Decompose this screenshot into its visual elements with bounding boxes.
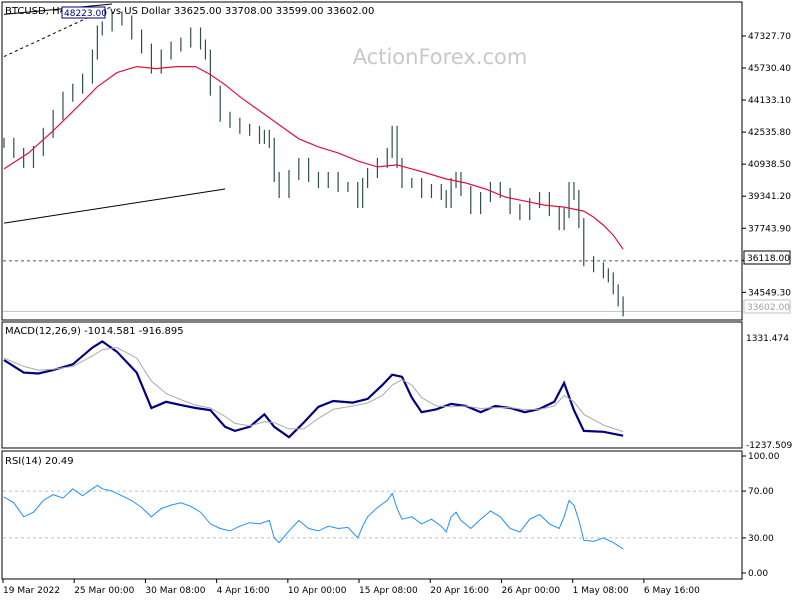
watermark: ActionForex.com [353, 45, 528, 69]
price-box-text: 48223.00 [64, 9, 107, 19]
chart-canvas: ActionForex.com 47327.70 45730.40 44133.10… [1, 1, 792, 596]
price-y-tick-label: 45730.40 [748, 64, 791, 74]
x-tick-label: 26 Apr 00:00 [501, 586, 560, 596]
x-tick-label: 19 Mar 2022 [3, 586, 60, 596]
macd-title: MACD(12,26,9) -1014.581 -916.895 [5, 326, 184, 337]
price-y-tick-label: 42535.80 [748, 128, 791, 138]
rsi-y-tick-label: 0.00 [748, 569, 768, 579]
macd-y-tick-label: -1237.509 [746, 441, 792, 451]
x-tick-label: 15 Apr 08:00 [359, 586, 418, 596]
rsi-y-tick-label: 100.00 [748, 452, 780, 462]
price-y-tick-label: 39341.20 [748, 192, 791, 202]
macd-pane [1, 321, 743, 449]
price-y-tick-label: 40938.50 [748, 160, 791, 170]
rsi-pane [1, 450, 743, 580]
x-tick-label: 4 Apr 16:00 [217, 586, 270, 596]
price-box-label: 48223.00 [61, 6, 107, 19]
level-tag: 36118.00 [743, 250, 791, 265]
price-y-tick-label: 37743.90 [748, 224, 791, 234]
x-tick-label: 10 Apr 00:00 [288, 586, 347, 596]
x-tick-label: 25 Mar 00:00 [74, 586, 134, 596]
rsi-y-tick-label: 70.00 [748, 487, 774, 497]
level-tag-text: 36118.00 [747, 254, 790, 264]
rsi-y-tick-label: 30.00 [748, 534, 774, 544]
price-y-tick-label: 47327.70 [748, 32, 791, 42]
last-price-tag: 33602.00 [743, 299, 791, 314]
x-tick-label: 20 Apr 16:00 [430, 586, 489, 596]
x-tick-label: 1 May 08:00 [573, 586, 629, 596]
symbol-title: BTCUSD, H4: Bitcoin vs US Dollar 33625.0… [5, 6, 374, 17]
price-y-tick-label: 34549.30 [748, 288, 791, 298]
price-y-tick-label: 44133.10 [748, 96, 791, 106]
last-price-tag-text: 33602.00 [747, 303, 790, 313]
rsi-title: RSI(14) 20.49 [5, 456, 74, 467]
macd-y-tick-label: 1331.474 [746, 334, 789, 344]
chart-window: ActionForex.com 47327.70 45730.40 44133.10… [0, 0, 800, 600]
x-tick-label: 6 May 16:00 [644, 586, 700, 596]
x-tick-label: 30 Mar 08:00 [145, 586, 205, 596]
